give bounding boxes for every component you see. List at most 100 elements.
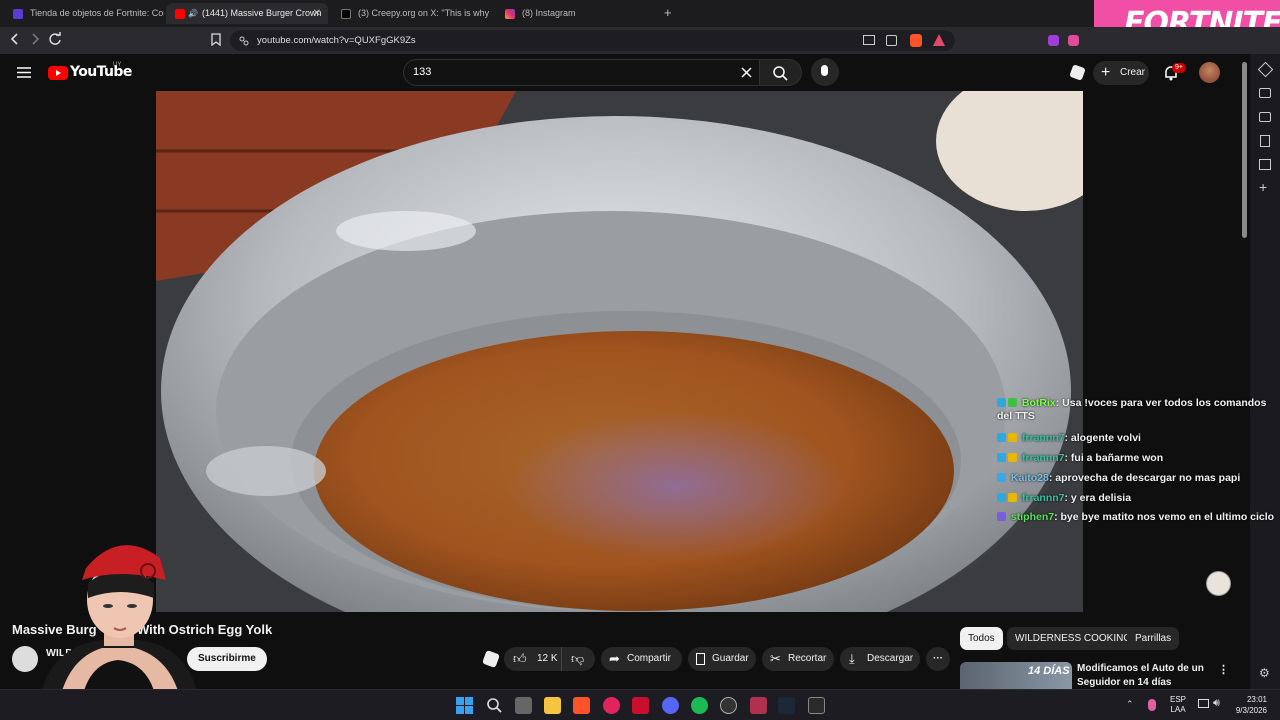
- download-button[interactable]: ⤓ Descargar: [840, 647, 920, 671]
- tab-youtube-active[interactable]: 🔊 (1441) Massive Burger Crown ✕: [166, 3, 328, 24]
- chat-message: BotRix: Usa !voces para ver todos los co…: [997, 397, 1279, 423]
- github-icon[interactable]: [720, 697, 737, 714]
- thumbs-up-icon: 👍︎: [513, 651, 527, 666]
- app-icon[interactable]: [750, 697, 767, 714]
- epic-games-icon[interactable]: [808, 697, 825, 714]
- menu-icon[interactable]: [17, 67, 31, 78]
- forward-icon[interactable]: [29, 32, 41, 46]
- back-icon[interactable]: [9, 32, 21, 46]
- chat-badge-icon: [997, 398, 1006, 407]
- youtube-logo-text[interactable]: YouTube: [70, 64, 132, 80]
- tray-mic-icon[interactable]: [1148, 699, 1156, 711]
- share-button[interactable]: ➦ Compartir: [601, 647, 682, 671]
- windows-start-icon[interactable]: [456, 697, 473, 714]
- search-input[interactable]: 133: [413, 66, 431, 78]
- media-player-icon[interactable]: [603, 697, 620, 714]
- streamer-avatar-overlay: [40, 545, 198, 698]
- chat-username: BotRix: [1021, 397, 1056, 409]
- avatar[interactable]: [1199, 62, 1220, 83]
- clear-search-icon[interactable]: [741, 67, 752, 78]
- clock-date: 9/3/2026: [1235, 706, 1267, 715]
- stars-icon[interactable]: [482, 650, 500, 668]
- taskbar-search-icon[interactable]: [486, 697, 503, 714]
- extension-icon[interactable]: [1048, 35, 1059, 46]
- close-tab-icon[interactable]: ✕: [313, 3, 321, 24]
- recommendation-menu-icon[interactable]: ⋮: [1218, 663, 1229, 676]
- site-settings-icon[interactable]: [239, 36, 249, 46]
- new-tab-icon[interactable]: +: [664, 5, 672, 20]
- share-page-icon[interactable]: [886, 35, 897, 46]
- more-actions-icon[interactable]: ···: [926, 647, 950, 671]
- dislike-button[interactable]: 👎︎: [561, 647, 595, 671]
- discord-icon[interactable]: [662, 697, 679, 714]
- clip-label: Recortar: [788, 653, 827, 664]
- add-sidebar-item-icon[interactable]: +: [1259, 179, 1267, 195]
- chat-badge-icon: [997, 453, 1006, 462]
- task-view-icon[interactable]: [515, 697, 532, 714]
- adobe-app-icon[interactable]: [632, 697, 649, 714]
- create-button[interactable]: + Crear: [1093, 61, 1149, 85]
- chip-todos[interactable]: Todos: [960, 627, 1003, 650]
- tab-fortnite[interactable]: Tienda de objetos de Fortnite: Conte: [4, 3, 164, 24]
- download-icon: ⤓: [849, 651, 855, 666]
- reading-list-icon[interactable]: [1259, 159, 1271, 170]
- language-code: ESP: [1170, 695, 1187, 704]
- save-button[interactable]: Guardar: [688, 647, 756, 671]
- leo-ai-icon[interactable]: [1257, 61, 1274, 78]
- network-icon[interactable]: [1198, 699, 1209, 708]
- x-favicon-icon: [341, 9, 351, 19]
- reload-icon[interactable]: [48, 32, 62, 46]
- thumbs-down-icon: 👎︎: [571, 651, 585, 666]
- video-player[interactable]: [156, 91, 1083, 612]
- clock-time: 23:01: [1246, 695, 1267, 704]
- notification-badge: 9+: [1172, 63, 1186, 73]
- chip-wilderness-cooking[interactable]: WILDERNESS COOKING: [1007, 627, 1140, 650]
- language-indicator[interactable]: ESP LAA: [1170, 695, 1186, 715]
- chat-message: Kaito28: aprovecha de descargar no mas p…: [997, 472, 1240, 485]
- page-scrollbar-thumb[interactable]: [1242, 62, 1247, 238]
- file-explorer-icon[interactable]: [544, 697, 561, 714]
- url-text: youtube.com/watch?v=QUXFgGK9Zs: [257, 35, 416, 46]
- brave-shield-icon[interactable]: [910, 34, 922, 47]
- recommendation-thumbnail[interactable]: 14 DÍAS: [960, 662, 1072, 689]
- chat-badge-icon: [997, 473, 1006, 482]
- create-label: Crear: [1120, 67, 1146, 78]
- volume-icon[interactable]: 🔊︎: [1213, 697, 1220, 710]
- recommendation-title[interactable]: Modificamos el Auto de un Seguidor en 14…: [1077, 662, 1207, 690]
- search-button[interactable]: [760, 59, 802, 86]
- sidebar-video-icon[interactable]: [1259, 88, 1271, 98]
- windows-taskbar: ⌃ ESP LAA 🔊︎ 23:01 9/3/2026: [0, 689, 1280, 720]
- thumbnail-text: 14 DÍAS: [1028, 665, 1070, 677]
- sidebar-settings-icon[interactable]: ⚙: [1259, 666, 1270, 680]
- search-box[interactable]: 133: [403, 59, 760, 86]
- brave-browser-icon[interactable]: [573, 697, 590, 714]
- wallet-icon[interactable]: [1259, 112, 1271, 122]
- chat-username: frrannn7: [1021, 432, 1065, 444]
- extension-icon[interactable]: [1068, 35, 1079, 46]
- share-label: Compartir: [627, 653, 671, 664]
- address-bar[interactable]: youtube.com/watch?v=QUXFgGK9Zs: [230, 30, 955, 51]
- bookmarks-icon[interactable]: [1260, 135, 1270, 147]
- brave-rewards-icon[interactable]: [933, 34, 945, 46]
- channel-watermark[interactable]: [1206, 571, 1231, 596]
- cast-icon[interactable]: [1069, 64, 1086, 81]
- youtube-logo-icon[interactable]: [48, 66, 68, 80]
- bookmark-icon[interactable]: [211, 33, 221, 46]
- cast-icon[interactable]: [863, 35, 875, 45]
- chip-parrillas[interactable]: Parrillas: [1127, 627, 1180, 650]
- chat-text: : aprovecha de descargar no mas papi: [1048, 472, 1241, 484]
- chat-message: stiphen7: bye bye matito nos vemo en el …: [997, 511, 1274, 524]
- chat-message: frrannn7: fui a bañarme won: [997, 452, 1163, 465]
- spotify-icon[interactable]: [691, 697, 708, 714]
- tab-instagram[interactable]: (8) Instagram: [496, 3, 656, 24]
- tray-chevron-icon[interactable]: ⌃: [1126, 699, 1134, 710]
- verified-badge-icon: [1008, 398, 1017, 407]
- like-button[interactable]: 👍︎ 12 K: [504, 647, 561, 671]
- microphone-icon: [821, 65, 828, 76]
- clock[interactable]: 23:01 9/3/2026: [1233, 694, 1267, 716]
- clip-button[interactable]: ✂ Recortar: [762, 647, 834, 671]
- steam-icon[interactable]: [778, 697, 795, 714]
- search-icon: [773, 66, 788, 81]
- tab-x[interactable]: (3) Creepy.org on X: "This is why two: [332, 3, 492, 24]
- voice-search-button[interactable]: [811, 58, 839, 86]
